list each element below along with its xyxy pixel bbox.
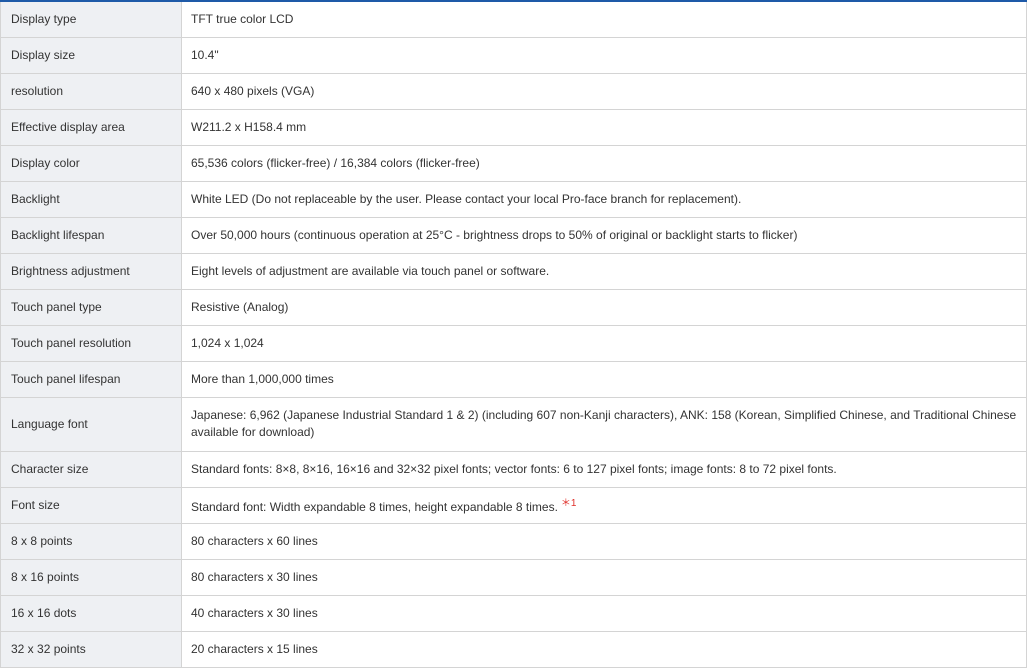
row-label: Touch panel type [0,288,182,326]
row-label: Font size [0,486,182,524]
row-value: W211.2 x H158.4 mm [181,108,1027,146]
row-value: Eight levels of adjustment are available… [181,252,1027,290]
table-row: Display color 65,536 colors (flicker-fre… [0,144,1027,182]
row-label: Touch panel lifespan [0,360,182,398]
table-row: Backlight lifespan Over 50,000 hours (co… [0,216,1027,254]
row-value: White LED (Do not replaceable by the use… [181,180,1027,218]
row-label: Character size [0,450,182,488]
row-label: Backlight lifespan [0,216,182,254]
row-label: Backlight [0,180,182,218]
row-value: Over 50,000 hours (continuous operation … [181,216,1027,254]
row-value: 80 characters x 30 lines [181,558,1027,596]
row-label: Display color [0,144,182,182]
row-label: 8 x 16 points [0,558,182,596]
table-row: Display type TFT true color LCD [0,0,1027,38]
table-row: resolution 640 x 480 pixels (VGA) [0,72,1027,110]
spec-table: Display type TFT true color LCD Display … [0,0,1027,668]
table-row: 8 x 16 points 80 characters x 30 lines [0,558,1027,596]
table-row: Effective display area W211.2 x H158.4 m… [0,108,1027,146]
row-value: Japanese: 6,962 (Japanese Industrial Sta… [181,396,1027,452]
row-value: 40 characters x 30 lines [181,594,1027,632]
table-row: Language font Japanese: 6,962 (Japanese … [0,396,1027,452]
table-row: Character size Standard fonts: 8×8, 8×16… [0,450,1027,488]
row-value: 10.4" [181,36,1027,74]
row-label: Display size [0,36,182,74]
row-label: Effective display area [0,108,182,146]
row-label: 8 x 8 points [0,522,182,560]
row-value: 640 x 480 pixels (VGA) [181,72,1027,110]
table-row: Touch panel resolution 1,024 x 1,024 [0,324,1027,362]
row-value: Standard font: Width expandable 8 times,… [191,499,558,514]
table-row: Touch panel lifespan More than 1,000,000… [0,360,1027,398]
row-value: More than 1,000,000 times [181,360,1027,398]
table-row: 32 x 32 points 20 characters x 15 lines [0,630,1027,668]
table-row: Display size 10.4" [0,36,1027,74]
table-row: 16 x 16 dots 40 characters x 30 lines [0,594,1027,632]
row-value-container: Standard font: Width expandable 8 times,… [181,486,1027,524]
row-value: TFT true color LCD [181,0,1027,38]
table-row: Backlight White LED (Do not replaceable … [0,180,1027,218]
row-label: 32 x 32 points [0,630,182,668]
row-label: Display type [0,0,182,38]
row-label: Brightness adjustment [0,252,182,290]
footnote-marker[interactable]: ＊1 [561,498,577,509]
table-row: Font size Standard font: Width expandabl… [0,486,1027,524]
row-value: Resistive (Analog) [181,288,1027,326]
row-value: Standard fonts: 8×8, 8×16, 16×16 and 32×… [181,450,1027,488]
row-label: Touch panel resolution [0,324,182,362]
row-value: 80 characters x 60 lines [181,522,1027,560]
row-label: 16 x 16 dots [0,594,182,632]
table-row: 8 x 8 points 80 characters x 60 lines [0,522,1027,560]
row-label: resolution [0,72,182,110]
row-value: 65,536 colors (flicker-free) / 16,384 co… [181,144,1027,182]
row-value: 1,024 x 1,024 [181,324,1027,362]
table-row: Brightness adjustment Eight levels of ad… [0,252,1027,290]
table-row: Touch panel type Resistive (Analog) [0,288,1027,326]
row-value: 20 characters x 15 lines [181,630,1027,668]
row-label: Language font [0,396,182,452]
